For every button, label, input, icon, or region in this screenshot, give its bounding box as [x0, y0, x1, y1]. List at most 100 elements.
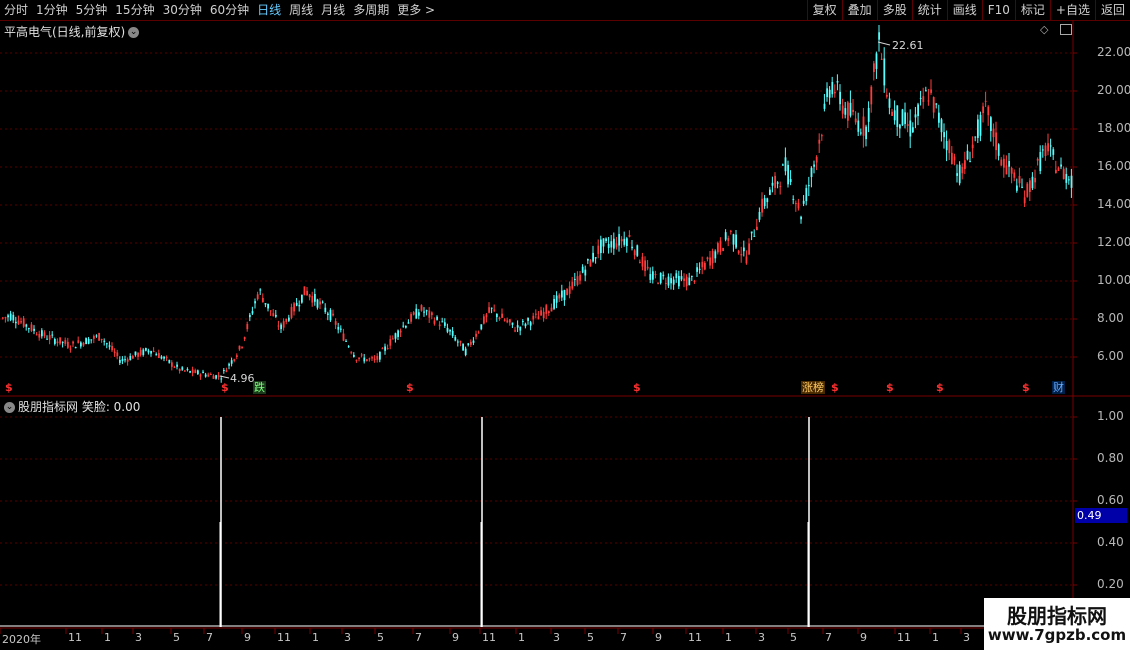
- toolbar-button[interactable]: 返回: [1094, 0, 1130, 20]
- candle-body: [1070, 175, 1073, 188]
- chevron-down-icon[interactable]: ⌄: [128, 27, 140, 38]
- period-tab[interactable]: 1分钟: [36, 2, 68, 18]
- candle-body: [878, 32, 880, 40]
- candle-body: [535, 313, 537, 315]
- die-tag[interactable]: 跌: [253, 381, 266, 394]
- event-marker[interactable]: $: [5, 381, 13, 394]
- period-tab[interactable]: 30分钟: [163, 2, 202, 18]
- candle-body: [945, 141, 948, 151]
- candle-body: [623, 238, 626, 245]
- candle-body: [828, 89, 831, 98]
- candle-body: [597, 245, 600, 254]
- candle-body: [691, 275, 693, 277]
- period-tab[interactable]: 15分钟: [115, 2, 154, 18]
- candle-body: [12, 314, 15, 321]
- candle-body: [519, 326, 522, 331]
- zhangbang-tag[interactable]: 涨榜: [801, 381, 825, 394]
- candle-body: [217, 375, 220, 377]
- candle-body: [394, 333, 397, 339]
- candle-body: [906, 124, 909, 127]
- period-tab[interactable]: 分时: [4, 2, 28, 18]
- time-tick-label: 1: [932, 631, 939, 644]
- event-marker[interactable]: $: [633, 381, 641, 394]
- price-tick-label: 20.00: [1097, 83, 1130, 97]
- candle-body: [150, 350, 152, 354]
- candle-body: [537, 316, 540, 320]
- layout-toggle-icon[interactable]: [1060, 24, 1072, 35]
- event-marker[interactable]: $: [886, 381, 894, 394]
- price-tick-label: 14.00: [1097, 197, 1130, 211]
- candle-body: [295, 302, 298, 306]
- candle-body: [701, 261, 704, 268]
- toolbar-button[interactable]: 画线: [946, 0, 982, 20]
- candle-body: [184, 370, 186, 372]
- candle-body: [862, 116, 865, 136]
- candle-body: [25, 324, 28, 327]
- right-toolbar: 复权 叠加 多股 统计 画线 F10 标记 +自选 返回: [806, 0, 1130, 20]
- candle-body: [163, 356, 165, 359]
- event-marker[interactable]: $: [831, 381, 839, 394]
- toolbar-button[interactable]: 多股: [876, 0, 912, 20]
- period-tab[interactable]: 更多 >: [397, 2, 435, 18]
- period-tab[interactable]: 周线: [289, 2, 313, 18]
- candle-body: [464, 348, 467, 356]
- diamond-icon[interactable]: ◇: [1040, 23, 1048, 36]
- candle-body: [472, 340, 475, 343]
- event-marker[interactable]: $: [936, 381, 944, 394]
- period-tab[interactable]: 月线: [321, 2, 345, 18]
- candle-body: [961, 166, 964, 174]
- candle-body: [951, 152, 953, 165]
- candle-body: [995, 132, 997, 151]
- candle-body: [186, 369, 189, 371]
- toolbar-button[interactable]: 复权: [806, 0, 842, 20]
- time-tick-label: 5: [173, 631, 180, 644]
- candle-body: [1016, 185, 1018, 191]
- period-tab[interactable]: 多周期: [353, 2, 389, 18]
- candle-body: [358, 357, 360, 359]
- candle-body: [558, 294, 561, 299]
- candle-body: [137, 352, 139, 357]
- candle-body: [477, 332, 480, 334]
- chevron-down-icon[interactable]: ⌄: [4, 402, 15, 413]
- candle-body: [1049, 145, 1052, 147]
- toolbar-button[interactable]: F10: [981, 0, 1015, 20]
- candle-body: [451, 330, 454, 336]
- candle-body: [20, 321, 22, 323]
- period-tab[interactable]: 60分钟: [210, 2, 249, 18]
- toolbar-button[interactable]: 标记: [1014, 0, 1050, 20]
- time-tick-label: 1: [312, 631, 319, 644]
- candle-body: [727, 238, 730, 241]
- candle-body: [288, 317, 290, 321]
- candle-body: [337, 326, 340, 330]
- candle-body: [730, 230, 732, 232]
- period-tab[interactable]: 日线: [257, 2, 281, 18]
- toolbar-button[interactable]: 统计: [911, 0, 947, 20]
- candle-body: [308, 294, 311, 298]
- candle-body: [984, 100, 987, 102]
- candle-body: [228, 363, 230, 366]
- candle-body: [904, 112, 906, 124]
- candle-body: [306, 290, 308, 296]
- time-tick-label: 5: [377, 631, 384, 644]
- event-marker[interactable]: $: [406, 381, 414, 394]
- toolbar-button[interactable]: +自选: [1049, 0, 1095, 20]
- cai-tag[interactable]: 财: [1052, 381, 1065, 394]
- time-tick-label: 3: [553, 631, 560, 644]
- candle-body: [483, 316, 485, 324]
- candle-body: [826, 88, 828, 98]
- time-tick-label: 7: [415, 631, 422, 644]
- candle-body: [932, 97, 935, 113]
- candle-body: [901, 109, 904, 126]
- candle-body: [64, 340, 67, 344]
- candle-body: [145, 347, 147, 351]
- period-tab[interactable]: 5分钟: [76, 2, 108, 18]
- candle-body: [69, 348, 72, 350]
- toolbar-button[interactable]: 叠加: [841, 0, 877, 20]
- event-marker[interactable]: $: [1022, 381, 1030, 394]
- candle-body: [142, 349, 145, 355]
- candle-body: [171, 362, 173, 367]
- event-marker[interactable]: $: [221, 381, 229, 394]
- candle-body: [459, 340, 462, 343]
- candle-body: [168, 359, 171, 363]
- candle-body: [103, 340, 106, 342]
